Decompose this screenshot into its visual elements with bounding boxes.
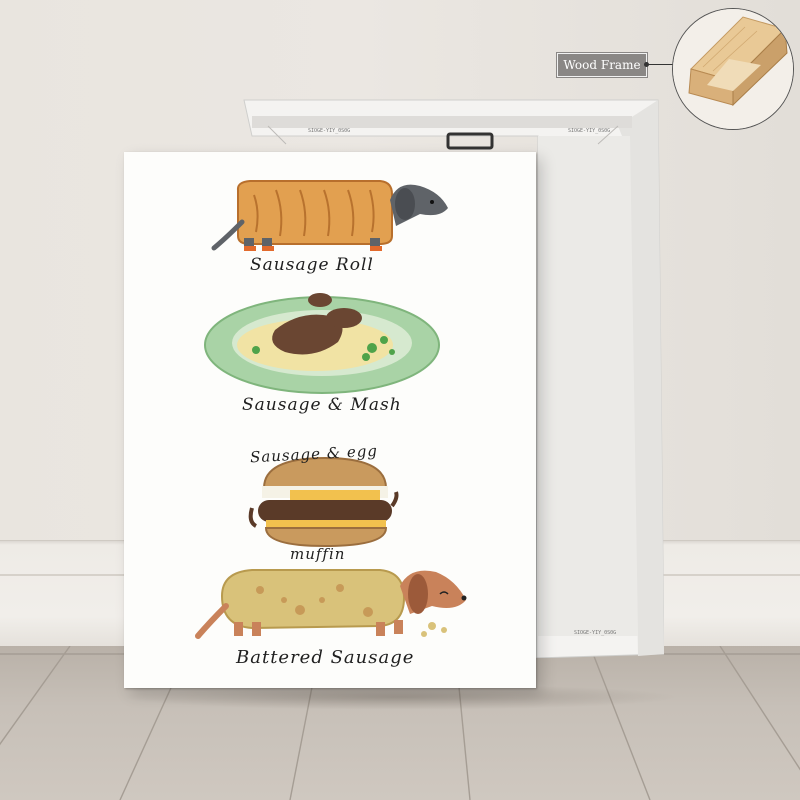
wood-frame-zoom-inset — [672, 8, 794, 130]
wood-corner-icon — [673, 9, 793, 129]
battered-sausage-label: Battered Sausage — [236, 647, 415, 668]
muffin-label: muffin — [290, 545, 346, 563]
battered-sausage-dachshund-illustration — [195, 569, 467, 639]
sausage-roll-label: Sausage Roll — [250, 255, 374, 275]
sausage-roll-dog-illustration — [211, 180, 448, 251]
callout-leader-dot — [644, 62, 649, 67]
sausage-mash-plate-illustration — [204, 293, 440, 394]
wood-frame-callout: Wood Frame — [557, 53, 647, 77]
sausage-egg-muffin-illustration — [248, 456, 399, 548]
sausage-mash-label: Sausage & Mash — [242, 395, 402, 415]
